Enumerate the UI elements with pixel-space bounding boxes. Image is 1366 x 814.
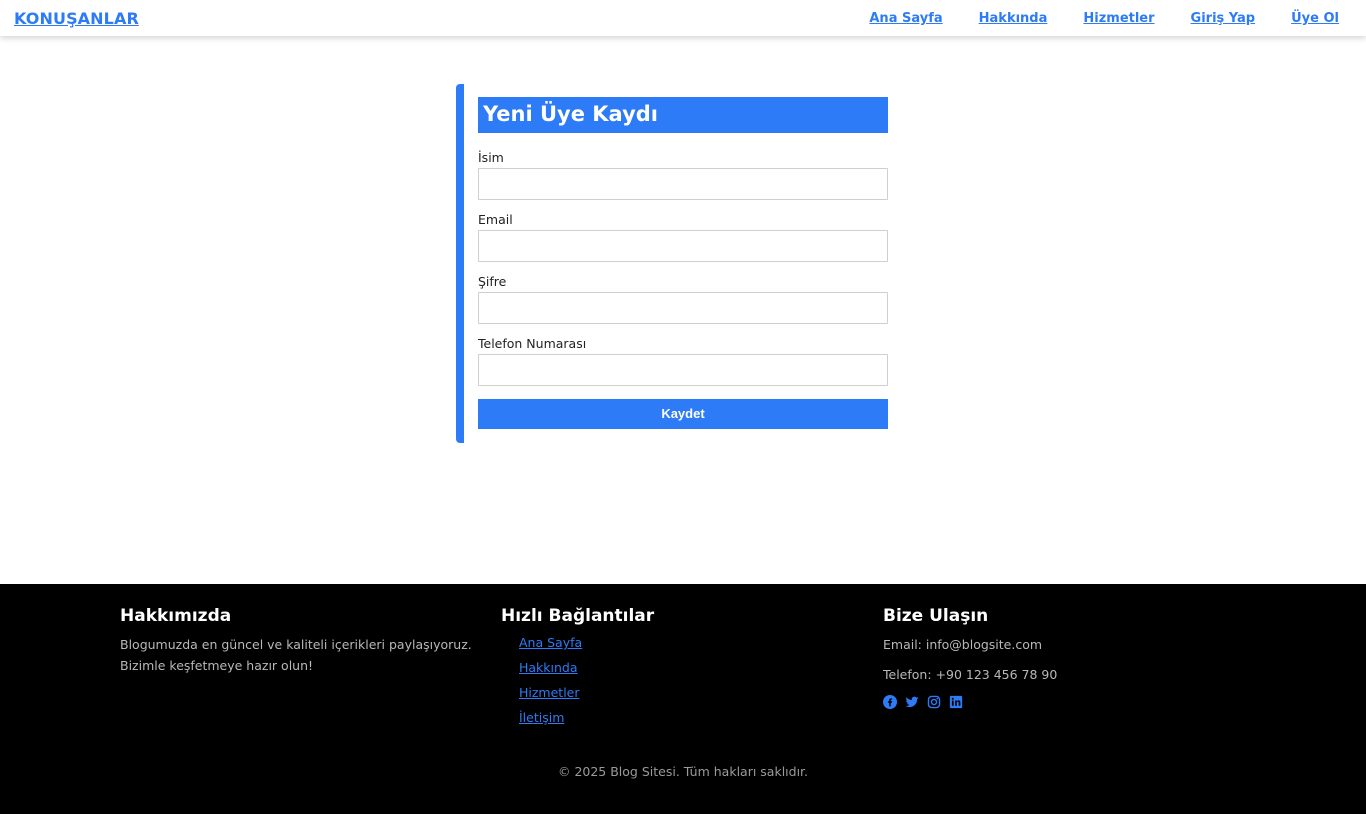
nav-link-uye-ol[interactable]: Üye Ol (1291, 11, 1339, 26)
password-input[interactable] (478, 292, 888, 324)
footer-link-item: Ana Sayfa (519, 634, 654, 652)
footer-quick-links-list: Ana Sayfa Hakkında Hizmetler İletişim (501, 634, 654, 727)
footer-about-text-line2: Bizimle keşfetmeye hazır olun! (120, 658, 314, 673)
footer-contact-section: Bize Ulaşın Email: info@blogsite.com Tel… (883, 606, 1058, 709)
password-label: Şifre (478, 274, 507, 289)
name-input[interactable] (478, 168, 888, 200)
footer-link-hizmetler[interactable]: Hizmetler (519, 685, 580, 700)
twitter-icon[interactable] (905, 694, 919, 708)
save-button[interactable]: Kaydet (478, 399, 888, 429)
nav-link-giris-yap[interactable]: Giriş Yap (1191, 11, 1256, 26)
footer-quick-links-section: Hızlı Bağlantılar Ana Sayfa Hakkında Hiz… (501, 606, 654, 734)
nav-links: Ana Sayfa Hakkında Hizmetler Giriş Yap Ü… (869, 11, 1339, 26)
footer-link-iletisim[interactable]: İletişim (519, 710, 564, 725)
footer-link-item: İletişim (519, 709, 654, 727)
footer-link-item: Hizmetler (519, 684, 654, 702)
email-label: Email (478, 212, 513, 227)
footer-about-title: Hakkımızda (120, 606, 232, 626)
phone-input[interactable] (478, 354, 888, 386)
registration-form-card: Yeni Üye Kaydı İsim Email Şifre Telefon … (456, 84, 910, 443)
instagram-icon[interactable] (927, 694, 941, 709)
nav-link-ana-sayfa[interactable]: Ana Sayfa (869, 11, 942, 26)
footer-about-section: Hakkımızda Blogumuzda en güncel ve kalit… (120, 606, 480, 676)
footer-about-text-line1: Blogumuzda en güncel ve kaliteli içerikl… (120, 637, 472, 652)
footer-contact-email: Email: info@blogsite.com (883, 637, 1043, 652)
footer-link-hakkinda[interactable]: Hakkında (519, 660, 578, 675)
linkedin-icon[interactable] (949, 694, 963, 709)
footer-link-ana-sayfa[interactable]: Ana Sayfa (519, 635, 582, 650)
social-icons (883, 694, 1057, 709)
nav-link-hakkinda[interactable]: Hakkında (979, 11, 1048, 26)
footer: Hakkımızda Blogumuzda en güncel ve kalit… (0, 584, 1366, 814)
top-navbar: KONUŞANLAR Ana Sayfa Hakkında Hizmetler … (0, 0, 1366, 36)
name-label: İsim (478, 150, 504, 165)
footer-link-item: Hakkında (519, 659, 654, 677)
brand-logo-link[interactable]: KONUŞANLAR (14, 9, 139, 28)
footer-contact-phone: Telefon: +90 123 456 78 90 (883, 667, 1058, 682)
copyright-text: © 2025 Blog Sitesi. Tüm hakları saklıdır… (557, 764, 809, 779)
email-input[interactable] (478, 230, 888, 262)
form-title: Yeni Üye Kaydı (478, 97, 888, 133)
phone-label: Telefon Numarası (478, 336, 587, 351)
footer-quick-links-title: Hızlı Bağlantılar (501, 606, 655, 626)
facebook-icon[interactable] (883, 694, 897, 709)
footer-contact-title: Bize Ulaşın (883, 606, 989, 626)
nav-link-hizmetler[interactable]: Hizmetler (1083, 11, 1154, 26)
